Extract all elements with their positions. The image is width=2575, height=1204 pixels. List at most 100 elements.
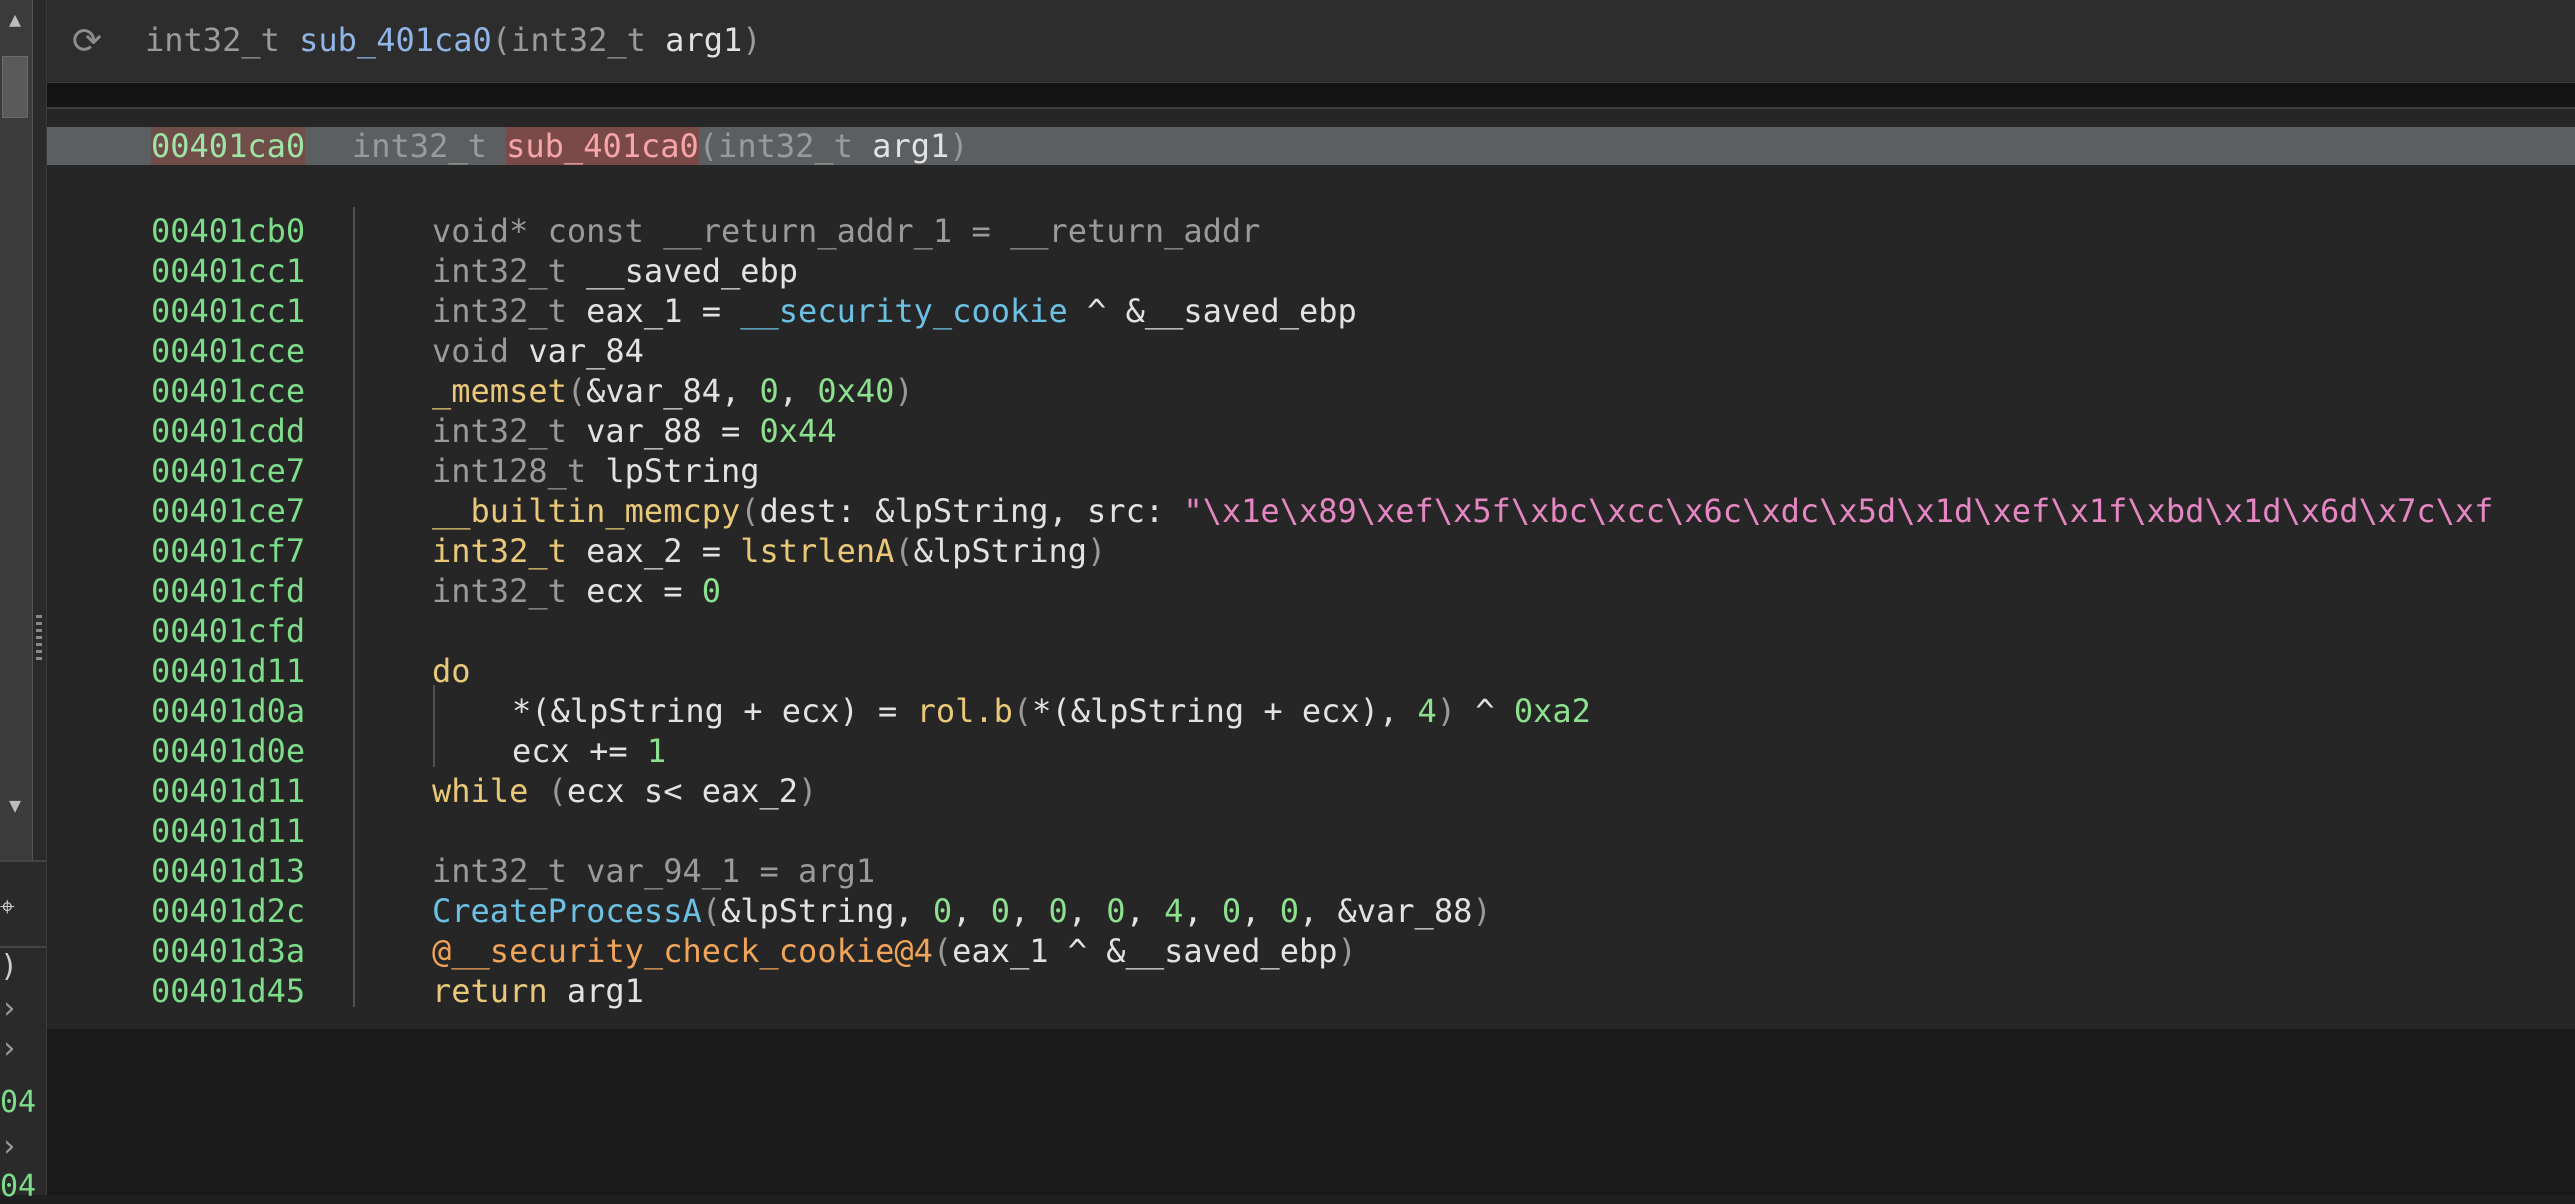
code-token-kw: do (432, 652, 471, 690)
code-line[interactable]: void var_84 (432, 331, 644, 371)
code-token-num: 0 (990, 892, 1010, 930)
code-token-type: int32_t (432, 412, 587, 450)
scrollbar-thumb[interactable] (2, 56, 28, 118)
code-line[interactable]: CreateProcessA(&lpString, 0, 0, 0, 0, 4,… (432, 891, 1492, 931)
line-address[interactable]: 00401cce (151, 331, 351, 371)
decompiler-view[interactable]: 00401ca0 int32_t sub_401ca0(int32_t arg1… (47, 107, 2575, 1031)
line-address[interactable]: 00401cdd (151, 411, 351, 451)
function-header-bar: ⟳ int32_t sub_401ca0(int32_t arg1) (47, 0, 2575, 83)
code-token-var: ecx += (512, 732, 647, 770)
line-address[interactable]: 00401cc1 (151, 291, 351, 331)
line-address[interactable]: 00401d0a (151, 691, 351, 731)
function-signature: int32_t sub_401ca0(int32_t arg1) (352, 127, 969, 165)
panel-resize-handle[interactable] (36, 615, 42, 663)
code-token-num: 0 (701, 572, 721, 610)
refresh-icon[interactable]: ⟳ (67, 22, 107, 62)
code-token-var: __saved_ebp (586, 252, 799, 290)
code-token-var: eax_1 ^ &__saved_ebp (952, 932, 1338, 970)
code-token-var: var_84 (528, 332, 644, 370)
header-function-signature: int32_t sub_401ca0(int32_t arg1) (145, 18, 762, 62)
code-line[interactable]: int32_t ecx = 0 (432, 571, 721, 611)
code-line[interactable]: int32_t __saved_ebp (432, 251, 798, 291)
line-address[interactable]: 00401d45 (151, 971, 351, 1011)
code-line[interactable]: int128_t lpString (432, 451, 760, 491)
code-line[interactable]: @__security_check_cookie@4(eax_1 ^ &__sa… (432, 931, 1357, 971)
line-address[interactable]: 00401d3a (151, 931, 351, 971)
scroll-up-arrow-icon[interactable]: ▲ (2, 6, 28, 32)
code-token-var: ecx = (586, 572, 702, 610)
code-token-type: int128_t (432, 452, 606, 490)
line-address[interactable]: 00401d13 (151, 851, 351, 891)
code-token-var: ecx s< eax_2 (566, 772, 799, 810)
header-close-paren: ) (742, 21, 762, 59)
pin-icon[interactable]: ⌖ (0, 892, 24, 922)
line-address[interactable]: 00401d11 (151, 811, 351, 851)
code-line[interactable]: return arg1 (432, 971, 644, 1011)
line-address[interactable]: 00401d0e (151, 731, 351, 771)
code-token-num: 0 (1221, 892, 1242, 930)
header-param-name[interactable]: arg1 (665, 21, 742, 59)
code-token-num: 0x44 (759, 412, 837, 450)
line-address[interactable]: 00401cc1 (151, 251, 351, 291)
line-address[interactable]: 00401d11 (151, 771, 351, 811)
code-token-fn: lstrlenA (740, 532, 895, 570)
line-address[interactable]: 00401cce (151, 371, 351, 411)
function-address[interactable]: 00401ca0 (151, 127, 306, 165)
line-address[interactable]: 00401cfd (151, 571, 351, 611)
line-address[interactable]: 00401ce7 (151, 491, 351, 531)
code-line[interactable]: ecx += 1 (512, 731, 666, 771)
code-line[interactable]: while (ecx s< eax_2) (432, 771, 817, 811)
header-separator (47, 83, 2575, 107)
scroll-down-arrow-icon[interactable]: ▼ (2, 792, 28, 818)
line-address[interactable]: 00401cb0 (151, 211, 351, 251)
code-token-import: CreateProcessA (432, 892, 702, 930)
code-token-p: ( (701, 892, 721, 930)
code-token-var: , (1378, 692, 1418, 730)
code-token-fn: rol.b (916, 692, 1013, 730)
indent-guide (353, 207, 355, 1007)
code-token-str: "\x1e\x89\xef\x5f\xbc\xcc\x6c\xdc\x5d\x1… (1183, 492, 2494, 530)
code-token-var: var_88 = (586, 412, 760, 450)
sig-open-paren: ( (698, 127, 719, 165)
code-token-var: &var_84, (586, 372, 760, 410)
line-address[interactable]: 00401cfd (151, 611, 351, 651)
vertical-scrollbar[interactable]: ▲ ▼ (0, 0, 33, 860)
header-function-name[interactable]: sub_401ca0 (299, 21, 492, 59)
function-name[interactable]: sub_401ca0 (506, 127, 699, 165)
code-line[interactable]: do (432, 651, 471, 691)
code-line[interactable]: int32_t eax_1 = __security_cookie ^ &__s… (432, 291, 1357, 331)
code-line[interactable]: int32_t var_88 = 0x44 (432, 411, 837, 451)
code-token-kw: while (432, 772, 548, 810)
header-return-type: int32_t (145, 21, 300, 59)
code-token-var: arg1 (566, 972, 644, 1010)
line-address[interactable]: 00401d2c (151, 891, 351, 931)
code-line[interactable]: int32_t eax_2 = lstrlenA(&lpString) (432, 531, 1106, 571)
code-token-num: 0 (1279, 892, 1299, 930)
code-token-type: int32_t (432, 292, 587, 330)
code-token-kw: return (432, 972, 567, 1010)
code-token-var: &lpString (913, 532, 1088, 570)
return-type: int32_t (352, 127, 507, 165)
code-token-data: __security_cookie (740, 292, 1068, 330)
param-name[interactable]: arg1 (872, 127, 949, 165)
code-line[interactable]: void* const __return_addr_1 = __return_a… (432, 211, 1260, 251)
code-token-var: *(&lpString + ecx) = (512, 692, 917, 730)
header-param-type: int32_t (511, 21, 666, 59)
sig-close-paren: ) (949, 127, 969, 165)
code-token-num: 0xa2 (1513, 692, 1591, 730)
loop-indent-guide (433, 685, 435, 767)
code-line[interactable]: *(&lpString + ecx) = rol.b(*(&lpString +… (512, 691, 1591, 731)
code-token-type: void (432, 332, 529, 370)
code-line[interactable]: __builtin_memcpy(dest: &lpString, src: "… (432, 491, 2493, 531)
code-line[interactable]: int32_t var_94_1 = arg1 (432, 851, 875, 891)
left-strip-fragment: › (0, 1032, 19, 1066)
code-line[interactable]: _memset(&var_84, 0, 0x40) (432, 371, 914, 411)
code-token-var: , (1125, 892, 1165, 930)
code-token-p: ) (1436, 692, 1457, 730)
line-address[interactable]: 00401cf7 (151, 531, 351, 571)
code-token-fn: _memset (432, 372, 567, 410)
code-token-var: , (1009, 892, 1049, 930)
code-token-fn: __builtin_memcpy (432, 492, 741, 530)
line-address[interactable]: 00401ce7 (151, 451, 351, 491)
line-address[interactable]: 00401d11 (151, 651, 351, 691)
